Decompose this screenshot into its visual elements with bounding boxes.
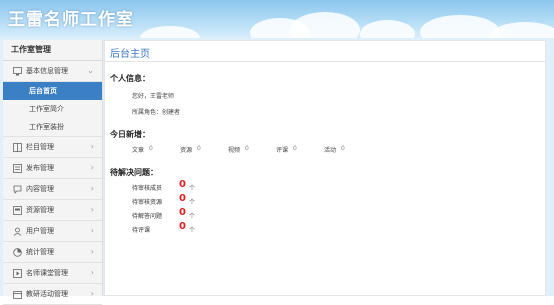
main-panel: 后台主页 个人信息： 您好，王雷老师 所属角色：创建者 今日新增： 文章 0 资…: [104, 40, 546, 296]
greeting-text: 您好，王雷老师: [132, 93, 175, 100]
today-new-heading: 今日新增：: [110, 130, 150, 139]
monitor-icon: [13, 66, 22, 76]
cloud-decoration: [290, 12, 360, 38]
sidebar-item-label: 内容管理: [26, 185, 54, 193]
cloud-decoration: [140, 26, 200, 38]
sidebar-title: 工作室管理: [3, 40, 102, 61]
publish-icon: [13, 163, 22, 173]
pending-count-resources[interactable]: 0: [179, 193, 186, 204]
chevron-right-icon: ›: [90, 247, 94, 256]
site-title: 王雷名师工作室: [8, 10, 134, 30]
comment-icon: [13, 185, 22, 194]
stat-label-articles: 文章: [132, 147, 145, 154]
sidebar-item-label: 基本信息管理: [26, 67, 68, 75]
sidebar-item-resource[interactable]: 资源管理 ›: [3, 200, 102, 221]
stat-value-articles: 0: [149, 145, 153, 152]
stat-value-reviews: 0: [293, 145, 297, 152]
sidebar: 工作室管理 基本信息管理 ⌄ 后台首页 工作室简介 工作室装扮 栏目管理 › 发…: [3, 40, 103, 305]
sidebar-item-column[interactable]: 栏目管理 ›: [3, 137, 102, 158]
pending-count-members[interactable]: 0: [179, 179, 186, 190]
pending-issues-heading: 待解决问题：: [110, 168, 158, 177]
sidebar-item-content[interactable]: 内容管理 ›: [3, 179, 102, 200]
role-text: 所属角色：创建者: [132, 109, 181, 116]
sidebar-item-label: 教研活动管理: [26, 290, 68, 298]
stat-value-resources: 0: [197, 145, 201, 152]
title-divider: [105, 61, 545, 62]
sidebar-item-label: 资源管理: [26, 206, 54, 214]
pending-unit: 个: [189, 185, 196, 192]
chevron-right-icon: ›: [90, 205, 94, 214]
chevron-right-icon: ›: [90, 142, 94, 151]
chevron-right-icon: ›: [90, 268, 94, 277]
sidebar-item-user[interactable]: 用户管理 ›: [3, 221, 102, 242]
resource-icon: [13, 205, 22, 215]
stat-label-reviews: 评课: [276, 147, 289, 154]
sidebar-item-activity[interactable]: 教研活动管理 ›: [3, 284, 102, 305]
pending-label-questions: 待解答问题: [132, 213, 163, 220]
pending-unit: 个: [189, 199, 196, 206]
chevron-right-icon: ›: [90, 289, 94, 298]
header-banner: 王雷名师工作室: [0, 0, 554, 38]
sidebar-subitem-dashboard[interactable]: 后台首页: [3, 82, 102, 100]
sidebar-item-label: 发布管理: [26, 164, 54, 172]
stat-label-videos: 视频: [228, 147, 241, 154]
cloud-decoration: [360, 20, 415, 38]
grid-icon: [13, 142, 22, 152]
chevron-right-icon: ›: [90, 163, 94, 172]
sidebar-subitem-studio-intro[interactable]: 工作室简介: [3, 100, 102, 118]
sidebar-subitem-studio-decor[interactable]: 工作室装扮: [3, 118, 102, 137]
pending-count-reviews[interactable]: 0: [179, 221, 186, 232]
sidebar-item-publish[interactable]: 发布管理 ›: [3, 158, 102, 179]
cloud-decoration: [420, 15, 500, 38]
stat-label-resources: 资源: [180, 147, 193, 154]
user-icon: [13, 227, 22, 236]
sidebar-item-classroom[interactable]: 名师课堂管理 ›: [3, 263, 102, 284]
cloud-decoration: [490, 22, 554, 38]
stat-value-activities: 0: [341, 145, 345, 152]
chart-icon: [13, 247, 22, 257]
sidebar-item-statistics[interactable]: 统计管理 ›: [3, 242, 102, 263]
sidebar-item-label: 用户管理: [26, 227, 54, 235]
sidebar-item-basic-info[interactable]: 基本信息管理 ⌄: [3, 61, 102, 82]
sidebar-item-label: 统计管理: [26, 248, 54, 256]
pending-count-questions[interactable]: 0: [179, 207, 186, 218]
chevron-right-icon: ›: [90, 226, 94, 235]
stat-label-activities: 活动: [324, 147, 337, 154]
pending-unit: 个: [189, 227, 196, 234]
stat-value-videos: 0: [245, 145, 249, 152]
chevron-down-icon: ⌄: [87, 66, 94, 75]
personal-info-heading: 个人信息：: [110, 74, 150, 83]
sidebar-item-label: 名师课堂管理: [26, 269, 68, 277]
page-title: 后台主页: [110, 49, 150, 60]
pending-label-reviews: 待评课: [132, 227, 151, 234]
sidebar-item-label: 栏目管理: [26, 143, 54, 151]
pending-unit: 个: [189, 213, 196, 220]
pending-label-members: 待审核成员: [132, 185, 163, 192]
chevron-right-icon: ›: [90, 184, 94, 193]
pending-label-resources: 待审核资源: [132, 199, 163, 206]
activity-icon: [13, 290, 22, 299]
classroom-icon: [13, 268, 22, 278]
